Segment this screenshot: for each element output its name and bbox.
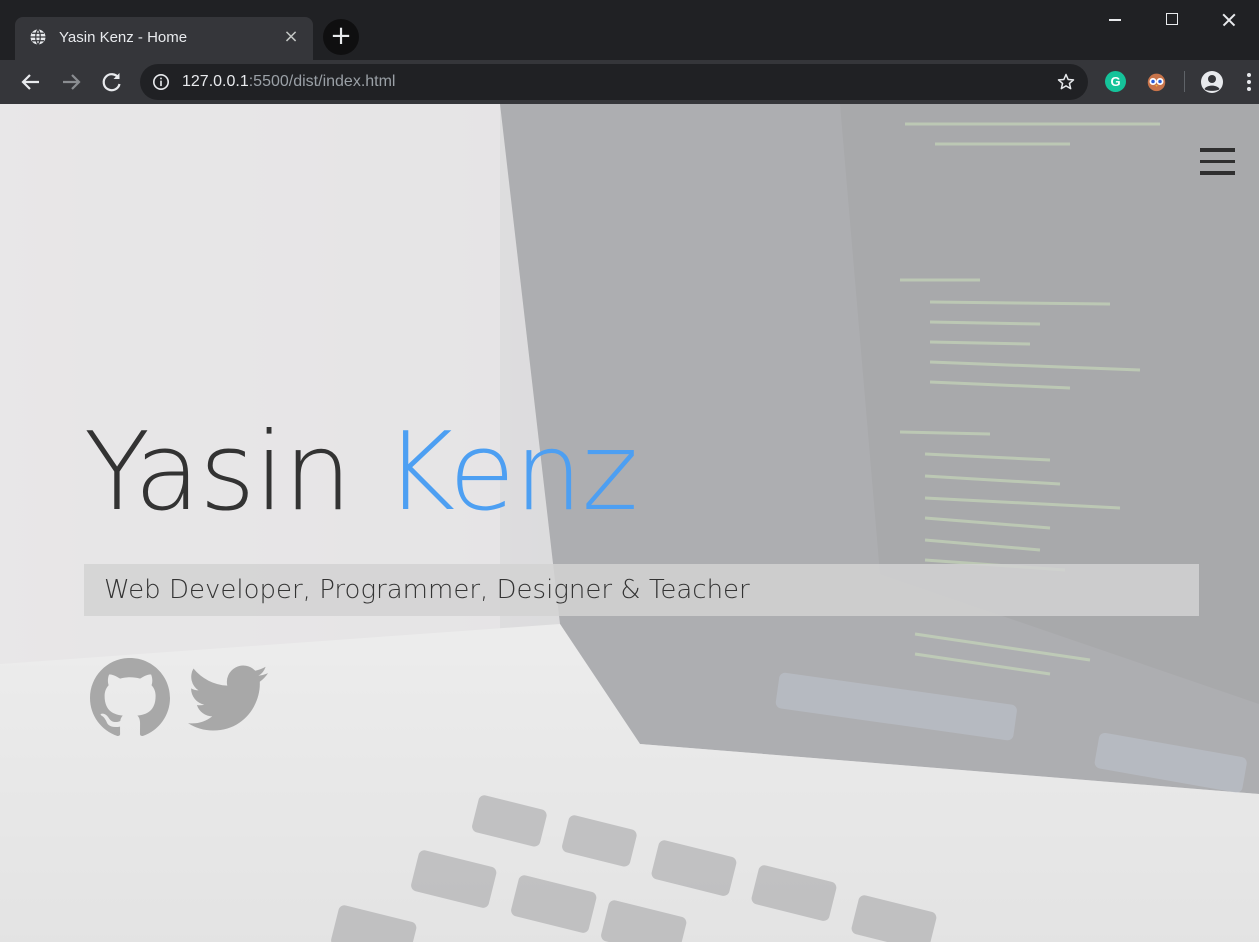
browser-window: Yasin Kenz - Home × + 127.0.0.1:5500/dis… <box>0 0 1259 942</box>
hero-last-name: Kenz <box>384 410 638 535</box>
forward-arrow-icon[interactable] <box>55 66 87 98</box>
globe-icon <box>30 29 46 45</box>
window-controls <box>1085 0 1259 40</box>
toolbar-separator <box>1184 71 1185 92</box>
tab-title: Yasin Kenz - Home <box>59 29 188 46</box>
page-viewport: Yasin Kenz Web Developer, Programmer, De… <box>0 104 1259 942</box>
back-arrow-icon[interactable] <box>15 66 47 98</box>
tab-strip: Yasin Kenz - Home × + <box>0 0 1259 60</box>
social-links <box>90 658 268 738</box>
twitter-link[interactable] <box>188 658 268 738</box>
maximize-button[interactable] <box>1143 0 1201 40</box>
grammarly-extension-icon[interactable]: G <box>1105 71 1126 92</box>
github-icon <box>90 658 170 737</box>
new-tab-button[interactable]: + <box>323 19 359 55</box>
address-bar[interactable]: 127.0.0.1:5500/dist/index.html <box>140 64 1088 100</box>
hero-name: Yasin Kenz <box>84 419 638 527</box>
hamburger-menu-icon[interactable] <box>1200 148 1235 175</box>
twitter-icon <box>188 665 268 731</box>
owl-extension-icon[interactable] <box>1146 71 1167 92</box>
browser-toolbar: 127.0.0.1:5500/dist/index.html <box>0 60 1259 104</box>
tagline-bar: Web Developer, Programmer, Designer & Te… <box>84 564 1199 616</box>
url-host: 127.0.0.1 <box>182 73 249 90</box>
hero-first-name: Yasin <box>84 410 352 535</box>
tab-close-icon[interactable]: × <box>281 27 301 47</box>
hero-tagline: Web Developer, Programmer, Designer & Te… <box>104 575 750 605</box>
url-text[interactable]: 127.0.0.1:5500/dist/index.html <box>182 73 395 91</box>
browser-menu-icon[interactable] <box>1244 70 1254 94</box>
tab-yasin-kenz-home[interactable]: Yasin Kenz - Home × <box>15 17 313 60</box>
info-icon[interactable] <box>152 73 170 91</box>
minimize-button[interactable] <box>1085 0 1143 40</box>
reload-icon[interactable] <box>96 66 128 98</box>
url-path: :5500/dist/index.html <box>248 73 396 90</box>
bookmark-star-icon[interactable] <box>1056 72 1076 92</box>
close-window-button[interactable] <box>1201 0 1259 40</box>
github-link[interactable] <box>90 658 170 738</box>
profile-avatar-icon[interactable] <box>1200 70 1224 94</box>
